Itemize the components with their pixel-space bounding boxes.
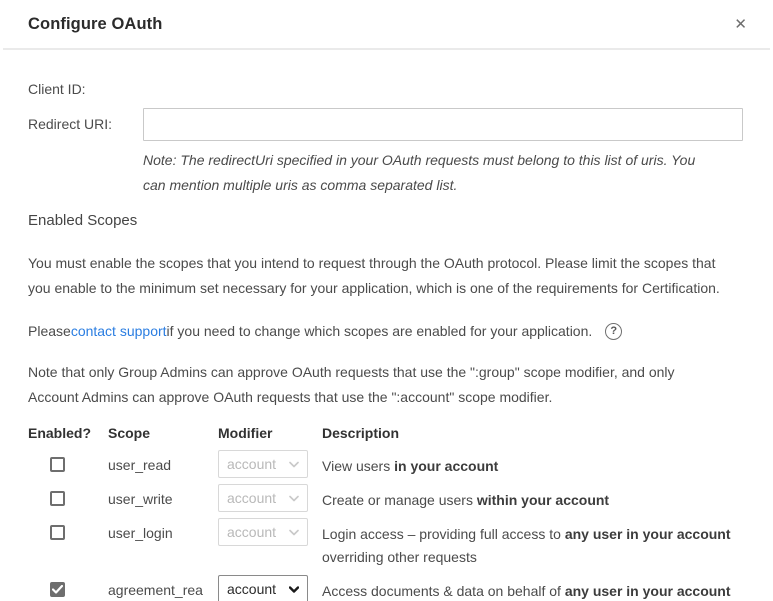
scope-name: user_login (108, 522, 208, 544)
scope-name: user_read (108, 454, 208, 476)
redirect-uri-input[interactable] (143, 108, 743, 141)
scope-name: user_write (108, 488, 208, 510)
modifier-select[interactable]: account (218, 518, 308, 546)
column-header-enabled: Enabled? (28, 425, 108, 444)
chevron-down-icon (289, 529, 299, 536)
column-header-modifier: Modifier (218, 425, 322, 444)
contact-support-link[interactable]: contact support (71, 319, 167, 344)
scope-enabled-checkbox-user_write[interactable] (50, 491, 65, 506)
chevron-down-icon (289, 586, 299, 593)
modifier-select[interactable]: account (218, 575, 308, 601)
admin-note-text: Note that only Group Admins can approve … (28, 360, 723, 410)
modifier-select[interactable]: account (218, 450, 308, 478)
modifier-select[interactable]: account (218, 484, 308, 512)
column-header-scope: Scope (108, 425, 218, 444)
support-line: Please contact support if you need to ch… (28, 319, 736, 344)
scope-name: agreement_read (108, 579, 208, 601)
scope-description: Create or manage users within your accou… (322, 489, 743, 512)
scope-enabled-checkbox-user_login[interactable] (50, 525, 65, 540)
modifier-selected-value: account (227, 524, 276, 540)
redirect-uri-row: Redirect URI: (28, 108, 743, 141)
support-text-post: if you need to change which scopes are e… (167, 319, 593, 344)
column-header-description: Description (322, 425, 743, 444)
modifier-selected-value: account (227, 456, 276, 472)
check-icon (52, 585, 63, 594)
chevron-down-icon (289, 461, 299, 468)
redirect-uri-label: Redirect URI: (28, 108, 143, 140)
client-id-label: Client ID: (28, 81, 143, 97)
redirect-uri-note: Note: The redirectUri specified in your … (143, 148, 703, 198)
scope-enabled-checkbox-agreement_read[interactable] (50, 582, 65, 597)
scopes-intro-text: You must enable the scopes that you inte… (28, 251, 736, 301)
scopes-table: Enabled? Scope Modifier Description user… (28, 425, 743, 601)
support-text-pre: Please (28, 319, 71, 344)
header-divider (3, 48, 770, 50)
dialog-header: Configure OAuth ✕ (0, 0, 773, 34)
dialog-title: Configure OAuth (28, 15, 162, 34)
help-icon[interactable]: ? (605, 323, 622, 340)
scope-description: View users in your account (322, 455, 743, 478)
modifier-selected-value: account (227, 490, 276, 506)
scope-description: Login access – providing full access to … (322, 523, 743, 569)
dialog-body: Client ID: Redirect URI: Note: The redir… (0, 81, 773, 601)
close-icon[interactable]: ✕ (730, 15, 751, 34)
client-id-row: Client ID: (28, 81, 743, 97)
scope-description: Access documents & data on behalf of any… (322, 580, 743, 601)
scope-enabled-checkbox-user_read[interactable] (50, 457, 65, 472)
modifier-selected-value: account (227, 581, 276, 597)
enabled-scopes-heading: Enabled Scopes (28, 212, 743, 229)
chevron-down-icon (289, 495, 299, 502)
